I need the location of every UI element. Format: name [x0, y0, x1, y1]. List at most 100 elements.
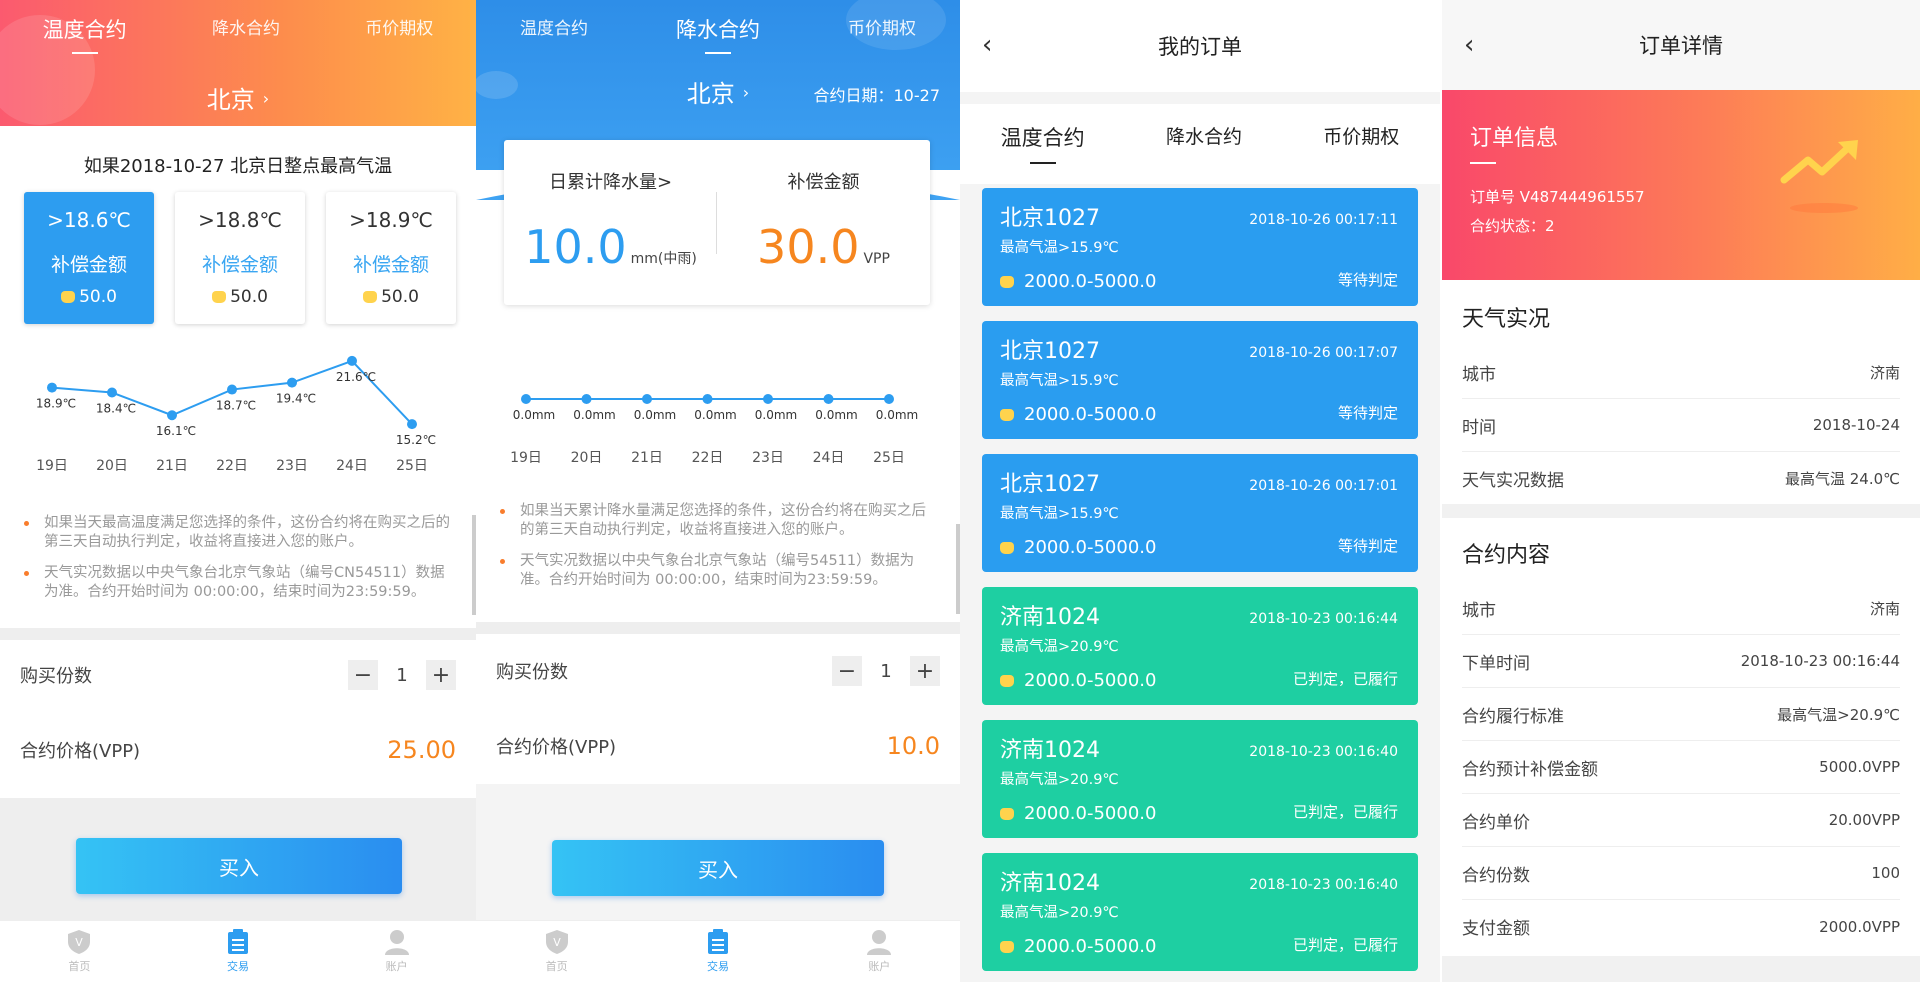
quantity-label: 购买份数 [496, 662, 568, 683]
back-arrow-icon[interactable]: ‹ [1464, 30, 1474, 60]
order-tabs: 温度合约 降水合约 币价期权 [960, 104, 1440, 184]
detail-row: 城市 济南 [1462, 346, 1900, 399]
detail-key: 支付金额 [1462, 919, 1530, 939]
user-icon [866, 929, 892, 955]
option-card[interactable]: >18.8℃ 补偿金额 50.0 [175, 192, 305, 324]
compensation-value: 30.0 [757, 220, 860, 274]
data-point [823, 394, 834, 404]
page-title: 我的订单 [1158, 35, 1242, 59]
threshold-options: >18.6℃ 补偿金额 50.0 >18.8℃ 补偿金额 50.0 >18.9℃… [24, 192, 456, 324]
plus-button[interactable]: + [426, 660, 456, 690]
tab-temperature[interactable]: 温度合约 [1001, 122, 1085, 164]
detail-row: 城市 济南 [1462, 582, 1900, 635]
data-label: 18.9℃ [36, 397, 76, 411]
order-condition: 最高气温>15.9℃ [1000, 506, 1119, 522]
rain-threshold: 日累计降水量> 10.0 mm(中雨) [504, 140, 717, 305]
nav-label: 交易 [706, 960, 729, 973]
detail-key: 合约履行标准 [1462, 706, 1564, 727]
order-status: 已判定，已履行 [1292, 803, 1398, 821]
order-date: 2018-10-26 00:17:07 [1249, 345, 1398, 361]
order-card[interactable]: 北京1027 2018-10-26 00:17:11 最高气温>15.9℃ 20… [982, 188, 1418, 306]
svg-text:V: V [76, 936, 84, 949]
tab-rain[interactable]: 降水合约 [212, 14, 280, 54]
detail-value: 5000.0VPP [1819, 758, 1900, 776]
bottom-nav: V 首页 交易 账户 [476, 920, 960, 982]
nav-label: 首页 [68, 960, 91, 973]
order-card[interactable]: 北京1027 2018-10-26 00:17:07 最高气温>15.9℃ 20… [982, 321, 1418, 439]
detail-row: 合约份数 100 [1462, 847, 1900, 900]
detail-row: 支付金额 2000.0VPP [1462, 900, 1900, 953]
option-value-row: 50.0 [326, 287, 456, 307]
nav-home[interactable]: V 首页 [39, 929, 119, 974]
detail-key: 合约预计补偿金额 [1462, 759, 1598, 780]
order-condition: 最高气温>20.9℃ [1000, 905, 1119, 921]
data-label: 16.1℃ [156, 424, 196, 438]
quantity-value: 1 [880, 660, 892, 682]
tab-coin-option[interactable]: 币价期权 [365, 14, 433, 54]
order-status: 等待判定 [1337, 404, 1398, 422]
tab-coin-option[interactable]: 币价期权 [848, 14, 916, 54]
x-tick-label: 22日 [216, 458, 248, 474]
data-label: 15.2℃ [396, 433, 436, 447]
order-card[interactable]: 济南1024 2018-10-23 00:16:40 最高气温>20.9℃ 20… [982, 720, 1418, 838]
order-status: 已判定，已履行 [1292, 670, 1398, 688]
back-arrow-icon[interactable]: ‹ [982, 30, 992, 60]
nav-trade[interactable]: 交易 [678, 929, 758, 974]
section-title: 合约内容 [1462, 543, 1551, 568]
detail-key: 合约单价 [1462, 812, 1530, 833]
clipboard-icon [705, 929, 731, 955]
order-date: 2018-10-23 00:16:40 [1249, 744, 1398, 760]
nav-account[interactable]: 账户 [357, 929, 437, 974]
order-amount-row: 2000.0-5000.0 [1000, 803, 1156, 824]
weather-section: 天气实况 城市 济南 时间 2018-10-24 天气实况数据 最高气温 24.0℃ [1442, 294, 1920, 505]
x-tick-label: 23日 [752, 450, 784, 466]
nav-account[interactable]: 账户 [839, 929, 919, 974]
tab-temperature[interactable]: 温度合约 [43, 14, 127, 54]
minus-button[interactable]: − [832, 656, 862, 686]
detail-value: 最高气温 24.0℃ [1784, 470, 1900, 488]
detail-value: 济南 [1869, 363, 1900, 382]
tab-temperature[interactable]: 温度合约 [520, 14, 588, 54]
orders-topbar: ‹ 我的订单 [960, 0, 1440, 92]
data-label: 0.0mm [513, 408, 555, 422]
temperature-chart: 18.9℃ 19日 18.4℃ 20日 16.1℃ 21日 18.7℃ 22日 19.4℃ 23日… [36, 355, 436, 474]
option-value: 50.0 [381, 287, 419, 307]
data-label: 0.0mm [876, 408, 918, 422]
nav-home[interactable]: V 首页 [517, 929, 597, 974]
nav-label: 首页 [545, 960, 568, 973]
nav-trade[interactable]: 交易 [198, 929, 278, 974]
option-value-row: 50.0 [24, 287, 154, 307]
buy-button[interactable]: 买入 [76, 838, 402, 894]
x-tick-label: 19日 [510, 450, 542, 466]
option-card[interactable]: >18.9℃ 补偿金额 50.0 [326, 192, 456, 324]
nav-label: 交易 [226, 960, 249, 973]
contract-tabs: 温度合约 降水合约 币价期权 [0, 14, 476, 54]
clipboard-icon [225, 929, 251, 955]
detail-row: 天气实况数据 最高气温 24.0℃ [1462, 452, 1900, 505]
order-amount: 2000.0-5000.0 [1024, 803, 1157, 824]
city-selector[interactable]: 北京 › [0, 80, 476, 115]
detail-row: 时间 2018-10-24 [1462, 399, 1900, 452]
divider [1442, 504, 1920, 518]
temperature-header: 温度合约 降水合约 币价期权 北京 › [0, 0, 476, 126]
detail-value: 最高气温>20.9℃ [1777, 705, 1900, 724]
section-title: 天气实况 [1462, 307, 1551, 332]
order-amount: 2000.0-5000.0 [1024, 404, 1157, 425]
rain-contract-panel: 温度合约 降水合约 币价期权 北京 › 合约日期：10-27 日累计降水量> 10… [476, 0, 960, 982]
option-card[interactable]: >18.6℃ 补偿金额 50.0 [24, 192, 154, 324]
option-label: 补偿金额 [50, 254, 127, 276]
tab-rain[interactable]: 降水合约 [676, 14, 760, 54]
order-status: 等待判定 [1337, 271, 1398, 289]
price-row: 合约价格(VPP) 10.0 [476, 726, 960, 766]
buy-button[interactable]: 买入 [552, 840, 884, 896]
order-card[interactable]: 济南1024 2018-10-23 00:16:40 最高气温>20.9℃ 20… [982, 853, 1418, 971]
trend-up-icon [1780, 140, 1858, 213]
tab-rain[interactable]: 降水合约 [1166, 122, 1242, 149]
order-card[interactable]: 北京1027 2018-10-26 00:17:01 最高气温>15.9℃ 20… [982, 454, 1418, 572]
minus-button[interactable]: − [348, 660, 378, 690]
plus-button[interactable]: + [910, 656, 940, 686]
rain-threshold-label: 日累计降水量> [548, 172, 673, 193]
order-card[interactable]: 济南1024 2018-10-23 00:16:44 最高气温>20.9℃ 20… [982, 587, 1418, 705]
tab-coin-option[interactable]: 币价期权 [1323, 122, 1399, 149]
data-point [287, 377, 297, 388]
